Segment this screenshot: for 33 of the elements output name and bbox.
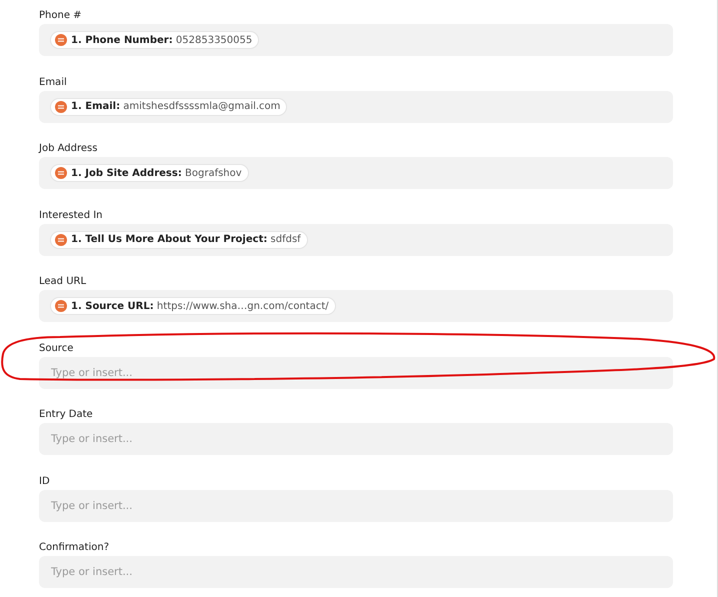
field-label: Email	[39, 76, 68, 90]
data-chip[interactable]: 1. Email: amitshesdfssssmla@gmail.com	[51, 98, 286, 114]
input-field[interactable]: Type or insert...	[39, 356, 673, 388]
field-label: Source	[39, 342, 74, 356]
field-label: Confirmation?	[39, 541, 110, 555]
field-label: Phone #	[39, 9, 83, 23]
chip-text: 1. Email: amitshesdfssssmla@gmail.com	[71, 101, 280, 112]
input-field[interactable]: Type or insert...	[39, 490, 673, 522]
input-field[interactable]: 1. Source URL: https://www.sha…gn.com/contact/	[39, 290, 673, 322]
chip-text: 1. Tell Us More About Your Project: sdfdsf	[71, 234, 301, 245]
data-chip[interactable]: 1. Phone Number: 052853350055	[51, 32, 258, 48]
input-field[interactable]: 1. Phone Number: 052853350055	[39, 24, 673, 56]
chip-text: 1. Job Site Address: Bografshov	[71, 168, 242, 178]
data-chip[interactable]: 1. Job Site Address: Bografshov	[51, 165, 248, 181]
app-icon	[55, 34, 67, 46]
input-field[interactable]: Type or insert...	[39, 556, 673, 588]
field-label: ID	[39, 474, 51, 488]
field-label: Interested In	[39, 208, 104, 222]
app-icon	[55, 167, 67, 179]
app-icon	[55, 300, 67, 312]
field-label: Lead URL	[39, 275, 88, 289]
input-field[interactable]: 1. Email: amitshesdfssssmla@gmail.com	[39, 90, 673, 122]
field-label: Entry Date	[39, 408, 94, 422]
app-icon	[55, 100, 67, 112]
data-chip[interactable]: 1. Tell Us More About Your Project: sdfdsf	[51, 232, 307, 248]
input-field[interactable]: 1. Tell Us More About Your Project: sdfdsf	[39, 224, 673, 256]
input-field[interactable]: Type or insert...	[39, 423, 673, 455]
input-field[interactable]: 1. Job Site Address: Bografshov	[39, 157, 673, 189]
data-chip[interactable]: 1. Source URL: https://www.sha…gn.com/contact/	[51, 298, 335, 314]
app-icon	[55, 234, 67, 246]
chip-text: 1. Phone Number: 052853350055	[71, 34, 252, 46]
chip-text: 1. Source URL: https://www.sha…gn.com/contact/	[71, 300, 329, 312]
field-label: Job Address	[39, 142, 98, 156]
